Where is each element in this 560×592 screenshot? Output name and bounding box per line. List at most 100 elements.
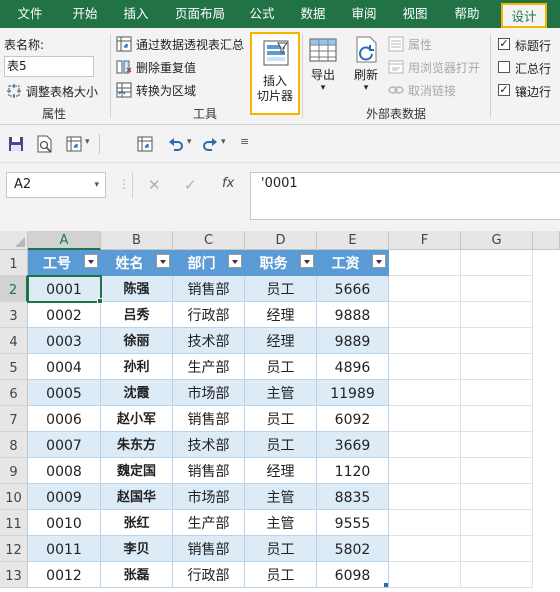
table-cell-dept[interactable]: 销售部 (173, 458, 245, 484)
header-row-checkbox[interactable]: ✓ (498, 38, 510, 50)
column-header-c[interactable]: C (173, 231, 245, 250)
row-header-11[interactable]: 11 (0, 510, 28, 536)
column-header-g[interactable]: G (461, 231, 533, 250)
table-name-input[interactable]: 表5 (4, 56, 94, 77)
empty-cell[interactable] (389, 406, 461, 432)
empty-cell[interactable] (461, 302, 533, 328)
table-cell-title[interactable]: 员工 (245, 432, 317, 458)
menu-review[interactable]: 审阅 (347, 0, 381, 28)
table-header-id[interactable]: 工号 (28, 250, 101, 276)
table-cell-title[interactable]: 员工 (245, 276, 317, 302)
select-all-button[interactable] (0, 231, 28, 250)
print-preview-icon[interactable] (36, 135, 54, 153)
empty-cell[interactable] (389, 276, 461, 302)
undo-chevron-down-icon[interactable]: ▾ (187, 137, 192, 147)
empty-cell[interactable] (461, 432, 533, 458)
row-header-4[interactable]: 4 (0, 328, 28, 354)
empty-cell[interactable] (389, 328, 461, 354)
name-box[interactable]: A2 ▾ (6, 172, 106, 198)
row-header-1[interactable]: 1 (0, 250, 28, 276)
pivot-table-icon[interactable] (66, 136, 82, 152)
table-cell-title[interactable]: 员工 (245, 354, 317, 380)
pivot-table-icon[interactable] (137, 136, 153, 152)
empty-cell[interactable] (461, 328, 533, 354)
empty-cell[interactable] (461, 354, 533, 380)
table-cell-id[interactable]: 0011 (28, 536, 101, 562)
table-cell-title[interactable]: 经理 (245, 302, 317, 328)
table-cell-id[interactable]: 0010 (28, 510, 101, 536)
empty-cell[interactable] (461, 380, 533, 406)
undo-icon[interactable] (168, 136, 184, 152)
table-cell-id[interactable]: 0003 (28, 328, 101, 354)
menu-home[interactable]: 开始 (68, 0, 102, 28)
formula-bar-grip-icon[interactable]: ⋮ (118, 177, 130, 191)
empty-cell[interactable] (389, 354, 461, 380)
table-cell-title[interactable]: 主管 (245, 510, 317, 536)
table-header-salary[interactable]: 工资 (317, 250, 389, 276)
table-cell-dept[interactable]: 市场部 (173, 380, 245, 406)
row-header-5[interactable]: 5 (0, 354, 28, 380)
table-cell-dept[interactable]: 行政部 (173, 562, 245, 588)
row-header-10[interactable]: 10 (0, 484, 28, 510)
table-cell-title[interactable]: 主管 (245, 380, 317, 406)
table-cell-name[interactable]: 张磊 (101, 562, 173, 588)
empty-cell[interactable] (389, 380, 461, 406)
filter-dropdown-icon[interactable] (156, 254, 170, 268)
enter-icon[interactable]: ✓ (184, 176, 197, 194)
table-cell-dept[interactable]: 销售部 (173, 406, 245, 432)
column-header-e[interactable]: E (317, 231, 389, 250)
row-header-3[interactable]: 3 (0, 302, 28, 328)
table-header-title[interactable]: 职务 (245, 250, 317, 276)
row-header-12[interactable]: 12 (0, 536, 28, 562)
table-cell-id[interactable]: 0005 (28, 380, 101, 406)
save-icon[interactable] (8, 136, 24, 152)
insert-slicer-button[interactable]: 插入 切片器 (250, 32, 300, 115)
table-cell-name[interactable]: 赵国华 (101, 484, 173, 510)
table-cell-title[interactable]: 员工 (245, 536, 317, 562)
table-cell-title[interactable]: 员工 (245, 406, 317, 432)
export-button[interactable]: 导出 ▾ (306, 36, 340, 102)
table-cell-id[interactable]: 0007 (28, 432, 101, 458)
table-cell-name[interactable]: 魏定国 (101, 458, 173, 484)
empty-cell[interactable] (461, 250, 533, 276)
table-cell-id[interactable]: 0004 (28, 354, 101, 380)
refresh-button[interactable]: 刷新 ▾ (346, 36, 386, 102)
empty-cell[interactable] (389, 536, 461, 562)
redo-chevron-down-icon[interactable]: ▾ (221, 137, 226, 147)
empty-cell[interactable] (389, 510, 461, 536)
menu-design[interactable]: 设计 (501, 3, 547, 28)
table-cell-id[interactable]: 0008 (28, 458, 101, 484)
row-header-7[interactable]: 7 (0, 406, 28, 432)
table-cell-name[interactable]: 沈霞 (101, 380, 173, 406)
filter-dropdown-icon[interactable] (228, 254, 242, 268)
table-cell-name[interactable]: 孙利 (101, 354, 173, 380)
menu-insert[interactable]: 插入 (119, 0, 153, 28)
table-cell-dept[interactable]: 技术部 (173, 432, 245, 458)
empty-cell[interactable] (461, 484, 533, 510)
customize-qat-icon[interactable]: ≡ (240, 135, 249, 148)
table-cell-name[interactable]: 赵小军 (101, 406, 173, 432)
table-cell-dept[interactable]: 销售部 (173, 276, 245, 302)
empty-cell[interactable] (389, 458, 461, 484)
table-cell-id[interactable]: 0002 (28, 302, 101, 328)
empty-cell[interactable] (461, 536, 533, 562)
table-cell-dept[interactable]: 生产部 (173, 354, 245, 380)
row-header-13[interactable]: 13 (0, 562, 28, 588)
empty-cell[interactable] (389, 562, 461, 588)
column-header-b[interactable]: B (101, 231, 173, 250)
table-cell-salary[interactable]: 4896 (317, 354, 389, 380)
cancel-icon[interactable]: ✕ (148, 176, 161, 194)
table-cell-salary[interactable]: 5802 (317, 536, 389, 562)
empty-cell[interactable] (461, 510, 533, 536)
row-header-8[interactable]: 8 (0, 432, 28, 458)
column-header-d[interactable]: D (245, 231, 317, 250)
table-cell-title[interactable]: 主管 (245, 484, 317, 510)
table-cell-salary[interactable]: 11989 (317, 380, 389, 406)
filter-dropdown-icon[interactable] (372, 254, 386, 268)
table-cell-salary[interactable]: 3669 (317, 432, 389, 458)
table-cell-id[interactable]: 0009 (28, 484, 101, 510)
empty-cell[interactable] (461, 276, 533, 302)
table-cell-title[interactable]: 员工 (245, 562, 317, 588)
empty-cell[interactable] (461, 458, 533, 484)
table-cell-name[interactable]: 徐丽 (101, 328, 173, 354)
